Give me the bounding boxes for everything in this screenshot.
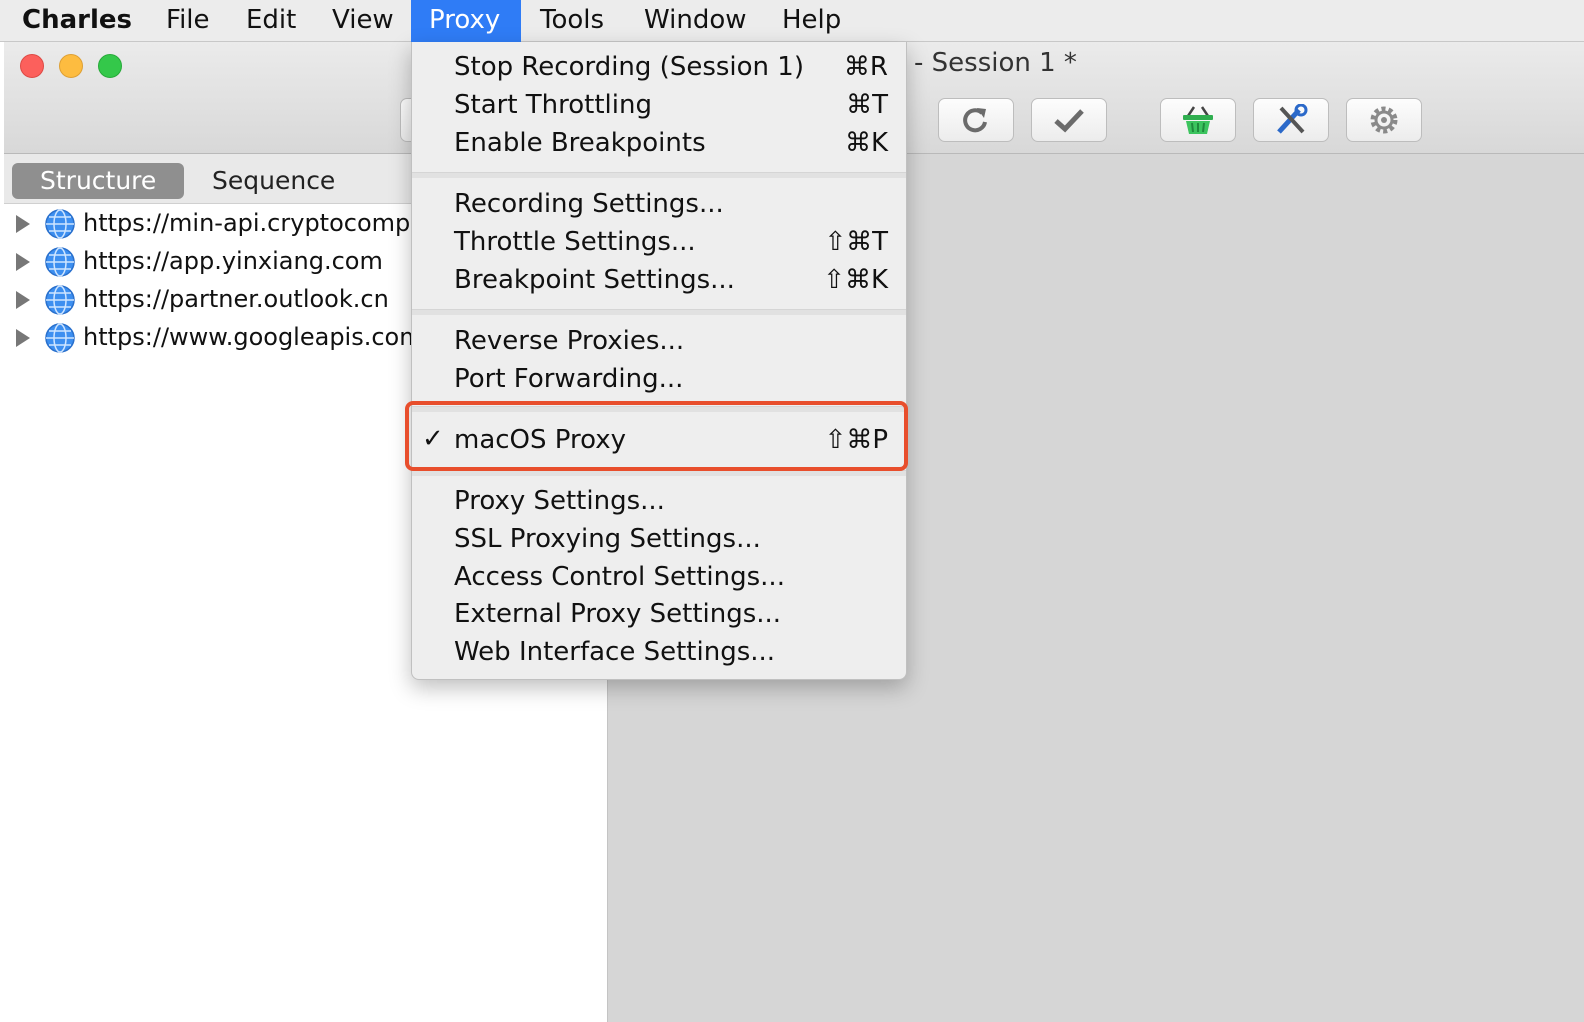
highlight-box: [405, 401, 908, 471]
menu-item-label: SSL Proxying Settings...: [454, 524, 761, 554]
proxy-menu: Stop Recording (Session 1) ⌘R Start Thro…: [411, 42, 907, 680]
menu-charles[interactable]: Charles: [4, 0, 150, 42]
menu-item-shortcut: ⌘R: [843, 52, 888, 82]
menu-item-label: Recording Settings...: [454, 189, 724, 219]
zoom-window-button[interactable]: [98, 54, 122, 78]
menu-item-access-control-settings[interactable]: Access Control Settings...: [412, 558, 906, 596]
disclosure-triangle-icon[interactable]: [16, 253, 30, 271]
settings-button[interactable]: [1346, 98, 1422, 142]
refresh-icon: [963, 108, 987, 133]
menu-item-label: Access Control Settings...: [454, 562, 785, 592]
menu-proxy[interactable]: Proxy: [411, 0, 521, 42]
checkmark-icon: [1054, 109, 1084, 133]
menu-item-enable-breakpoints[interactable]: Enable Breakpoints ⌘K: [412, 124, 906, 162]
menu-item-label: Breakpoint Settings...: [454, 265, 735, 295]
menu-item-shortcut: ⇧⌘K: [823, 265, 888, 295]
menu-help[interactable]: Help: [764, 0, 859, 42]
globe-icon: [45, 285, 75, 315]
menu-item-label: Throttle Settings...: [454, 227, 696, 257]
tools-icon: [1277, 104, 1308, 134]
menu-item-label: Enable Breakpoints: [454, 128, 706, 158]
close-window-button[interactable]: [20, 54, 44, 78]
basket-button[interactable]: [1160, 98, 1236, 142]
host-label: https://partner.outlook.cn: [83, 285, 389, 313]
basket-icon: [1183, 106, 1213, 134]
menu-item-label: Web Interface Settings...: [454, 637, 776, 667]
menu-bar: Charles File Edit View Proxy Tools Windo…: [0, 0, 1584, 42]
host-label: https://www.googleapis.com: [83, 323, 423, 351]
minimize-window-button[interactable]: [59, 54, 83, 78]
host-label: https://app.yinxiang.com: [83, 247, 383, 275]
menu-item-stop-recording[interactable]: Stop Recording (Session 1) ⌘R: [412, 48, 906, 86]
refresh-button[interactable]: [938, 98, 1014, 142]
menu-item-label: Stop Recording (Session 1): [454, 52, 804, 82]
disclosure-triangle-icon[interactable]: [16, 215, 30, 233]
menu-file[interactable]: File: [148, 0, 228, 42]
menu-item-start-throttling[interactable]: Start Throttling ⌘T: [412, 86, 906, 124]
globe-icon: [45, 247, 75, 277]
tab-sequence[interactable]: Sequence: [184, 163, 363, 199]
menu-item-label: Start Throttling: [454, 90, 652, 120]
menu-item-shortcut: ⌘K: [844, 128, 888, 158]
tab-structure[interactable]: Structure: [12, 163, 185, 199]
menu-item-label: Port Forwarding...: [454, 364, 684, 394]
window-title: - Session 1 *: [914, 48, 1077, 78]
globe-icon: [45, 209, 75, 239]
disclosure-triangle-icon[interactable]: [16, 291, 30, 309]
menu-window[interactable]: Window: [626, 0, 765, 42]
menu-item-proxy-settings[interactable]: Proxy Settings...: [412, 482, 906, 520]
menu-view[interactable]: View: [314, 0, 412, 42]
menu-item-breakpoint-settings[interactable]: Breakpoint Settings... ⇧⌘K: [412, 261, 906, 299]
menu-separator: [412, 309, 906, 315]
menu-item-ssl-proxying-settings[interactable]: SSL Proxying Settings...: [412, 520, 906, 558]
globe-icon: [45, 323, 75, 353]
disclosure-triangle-icon[interactable]: [16, 329, 30, 347]
menu-edit[interactable]: Edit: [228, 0, 314, 42]
tools-button[interactable]: [1253, 98, 1329, 142]
menu-item-port-forwarding[interactable]: Port Forwarding...: [412, 360, 906, 398]
host-label: https://min-api.cryptocompar: [83, 209, 435, 237]
menu-item-external-proxy-settings[interactable]: External Proxy Settings...: [412, 595, 906, 633]
gear-icon: [1370, 106, 1398, 134]
menu-separator: [412, 172, 906, 178]
menu-item-label: External Proxy Settings...: [454, 599, 782, 629]
menu-item-web-interface-settings[interactable]: Web Interface Settings...: [412, 633, 906, 671]
menu-item-shortcut: ⌘T: [846, 90, 888, 120]
menu-tools[interactable]: Tools: [522, 0, 622, 42]
menu-item-shortcut: ⇧⌘T: [824, 227, 888, 257]
menu-item-throttle-settings[interactable]: Throttle Settings... ⇧⌘T: [412, 223, 906, 261]
menu-item-label: Reverse Proxies...: [454, 326, 685, 356]
menu-item-recording-settings[interactable]: Recording Settings...: [412, 185, 906, 223]
menu-item-label: Proxy Settings...: [454, 486, 665, 516]
validate-button[interactable]: [1031, 98, 1107, 142]
menu-item-reverse-proxies[interactable]: Reverse Proxies...: [412, 322, 906, 360]
